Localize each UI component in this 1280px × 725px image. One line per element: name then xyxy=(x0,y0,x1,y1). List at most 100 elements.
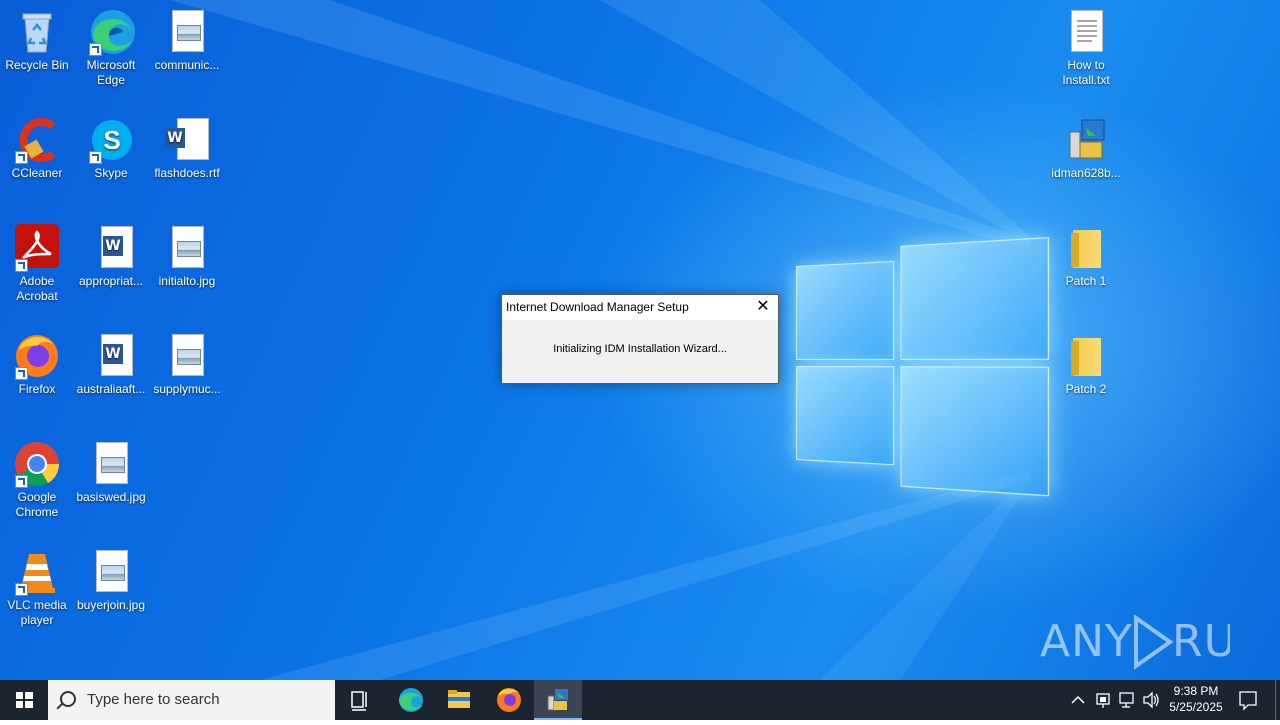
desktop-icon-adobe-acrobat[interactable]: Adobe Acrobat xyxy=(0,224,74,304)
taskbar-idm-setup[interactable] xyxy=(534,680,582,720)
show-desktop-button[interactable] xyxy=(1275,680,1280,720)
taskbar-search-box[interactable]: Type here to search xyxy=(48,680,335,720)
image-file-icon xyxy=(163,224,211,272)
network-button[interactable] xyxy=(1117,680,1137,720)
anyrun-watermark: ANY RUN xyxy=(1040,612,1270,672)
vlc-icon xyxy=(13,548,61,596)
word-doc-icon: W xyxy=(163,116,211,164)
desktop-icon-label: supplymuc... xyxy=(153,382,221,396)
clock[interactable]: 9:38 PM 5/25/2025 xyxy=(1162,683,1230,715)
desktop-icon-basiswed[interactable]: basiswed.jpg xyxy=(74,440,148,505)
desktop-icon-patch-2[interactable]: Patch 2 xyxy=(1049,332,1123,397)
search-icon xyxy=(60,691,76,707)
notification-icon xyxy=(1239,691,1257,711)
desktop-icon-how-to-install[interactable]: How to Install.txt xyxy=(1049,8,1123,88)
taskbar-file-explorer[interactable] xyxy=(435,680,483,720)
firefox-icon xyxy=(497,688,521,712)
desktop-icon-label: Skype xyxy=(94,166,128,180)
ccleaner-icon xyxy=(13,116,61,164)
image-file-icon xyxy=(163,332,211,380)
desktop-icon-buyerjoin[interactable]: buyerjoin.jpg xyxy=(74,548,148,613)
desktop-icon-microsoft-edge[interactable]: Microsoft Edge xyxy=(74,8,148,88)
task-view-button[interactable] xyxy=(336,680,384,720)
close-button[interactable]: ✕ xyxy=(748,295,778,320)
desktop-icon-label: Recycle Bin xyxy=(5,58,69,72)
desktop-icon-label: Patch 1 xyxy=(1065,274,1107,288)
acrobat-icon xyxy=(13,224,61,272)
show-hidden-icons-button[interactable] xyxy=(1068,680,1088,720)
windows-logo-wallpaper xyxy=(796,226,1050,497)
folder-icon xyxy=(1062,332,1110,380)
recycle-bin-icon xyxy=(13,8,61,56)
desktop-icon-skype[interactable]: S Skype xyxy=(74,116,148,181)
desktop-icon-label: Adobe Acrobat xyxy=(16,274,58,303)
desktop-icon-label: basiswed.jpg xyxy=(76,490,146,504)
windows-start-icon xyxy=(16,692,33,708)
device-tray-icon xyxy=(1096,693,1110,708)
desktop-icon-label: Patch 2 xyxy=(1065,382,1107,396)
desktop-icon-supplymuc[interactable]: supplymuc... xyxy=(150,332,224,397)
taskbar-firefox[interactable] xyxy=(485,680,533,720)
task-view-icon xyxy=(351,691,367,711)
skype-icon: S xyxy=(87,116,135,164)
svg-text:ANY: ANY xyxy=(1040,616,1133,667)
volume-button[interactable] xyxy=(1141,680,1161,720)
desktop-icon-label: australiaaft... xyxy=(76,382,146,396)
clock-date: 5/25/2025 xyxy=(1169,700,1223,714)
desktop-icon-firefox[interactable]: Firefox xyxy=(0,332,74,397)
desktop-icon-communic[interactable]: communic... xyxy=(150,8,224,73)
image-file-icon xyxy=(87,440,135,488)
tray-device-icon-button[interactable] xyxy=(1093,680,1113,720)
desktop-icon-label: initialto.jpg xyxy=(158,274,216,288)
idm-setup-icon xyxy=(547,689,568,711)
desktop-icon-label: flashdoes.rtf xyxy=(154,166,220,180)
dialog-titlebar[interactable]: Internet Download Manager Setup ✕ xyxy=(502,295,778,320)
word-doc-icon: W xyxy=(87,224,135,272)
desktop-icon-label: buyerjoin.jpg xyxy=(76,598,146,612)
edge-icon xyxy=(87,8,135,56)
desktop-icon-initialto[interactable]: initialto.jpg xyxy=(150,224,224,289)
desktop-icon-label: Microsoft Edge xyxy=(86,58,136,87)
desktop-icon-vlc[interactable]: VLC media player xyxy=(0,548,74,628)
action-center-button[interactable] xyxy=(1236,680,1260,720)
desktop-icon-patch-1[interactable]: Patch 1 xyxy=(1049,224,1123,289)
image-file-icon xyxy=(163,8,211,56)
desktop-icon-label: How to Install.txt xyxy=(1062,58,1110,87)
desktop-icon-google-chrome[interactable]: Google Chrome xyxy=(0,440,74,520)
dialog-title: Internet Download Manager Setup xyxy=(506,300,689,314)
desktop-icon-label: Firefox xyxy=(18,382,56,396)
idm-setup-dialog[interactable]: Internet Download Manager Setup ✕ Initia… xyxy=(501,294,779,384)
chevron-up-icon xyxy=(1071,695,1085,704)
desktop-icon-idman-installer[interactable]: idman628b... xyxy=(1049,116,1123,181)
desktop-icon-label: appropriat... xyxy=(78,274,144,288)
desktop-icon-australiaaft[interactable]: W australiaaft... xyxy=(74,332,148,397)
desktop-icon-recycle-bin[interactable]: Recycle Bin xyxy=(0,8,74,73)
desktop-icon-appropriat[interactable]: W appropriat... xyxy=(74,224,148,289)
dialog-message: Initializing IDM Installation Wizard... xyxy=(553,343,727,355)
desktop-icon-flashdoes[interactable]: W flashdoes.rtf xyxy=(150,116,224,181)
svg-text:RUN: RUN xyxy=(1172,616,1230,667)
text-file-icon xyxy=(1062,8,1110,56)
desktop-icon-label: communic... xyxy=(154,58,220,72)
speaker-icon xyxy=(1143,691,1159,709)
start-button[interactable] xyxy=(0,680,48,720)
word-doc-icon: W xyxy=(87,332,135,380)
desktop-icon-label: Google Chrome xyxy=(15,490,59,519)
search-placeholder: Type here to search xyxy=(87,691,220,708)
desktop-icon-label: VLC media player xyxy=(7,598,67,627)
desktop-icon-label: idman628b... xyxy=(1051,166,1121,180)
firefox-icon xyxy=(13,332,61,380)
taskbar-edge[interactable] xyxy=(386,680,434,720)
folder-icon xyxy=(1062,224,1110,272)
desktop: Recycle Bin Microsoft Edge communic... C… xyxy=(0,0,1280,680)
image-file-icon xyxy=(87,548,135,596)
edge-icon xyxy=(399,688,423,712)
svg-text:S: S xyxy=(103,125,120,155)
clock-time: 9:38 PM xyxy=(1173,684,1219,698)
network-icon xyxy=(1119,692,1134,708)
chrome-icon xyxy=(13,440,61,488)
file-explorer-icon xyxy=(448,690,470,708)
desktop-icon-label: CCleaner xyxy=(11,166,63,180)
desktop-icon-ccleaner[interactable]: CCleaner xyxy=(0,116,74,181)
taskbar: Type here to search 9:38 PM 5/25/2025 xyxy=(0,680,1280,720)
